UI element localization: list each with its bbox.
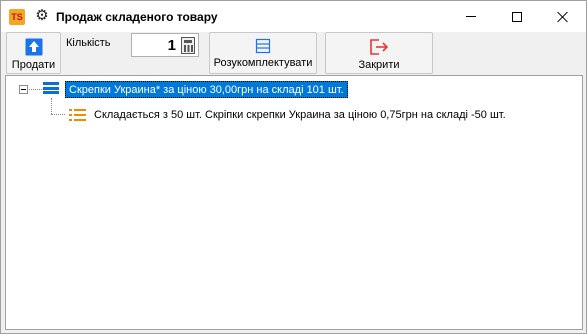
close-icon — [557, 11, 569, 23]
collapse-icon[interactable] — [19, 85, 28, 94]
minimize-button[interactable] — [448, 1, 494, 32]
disassemble-icon — [255, 38, 271, 54]
maximize-button[interactable] — [494, 1, 540, 32]
tree-connector — [29, 89, 42, 90]
sell-button[interactable]: Продати — [6, 32, 61, 74]
window-close-button[interactable] — [540, 1, 586, 32]
calculator-icon[interactable] — [181, 37, 195, 54]
tree-connector — [51, 98, 52, 114]
maximize-icon — [512, 11, 522, 22]
tree-root-item[interactable]: Скрепки Украина* за ціною 30,00грн на ск… — [65, 81, 348, 98]
title-bar: TS ⚙ Продаж складеного товару — [1, 1, 586, 32]
goods-tree[interactable]: Скрепки Украина* за ціною 30,00грн на ск… — [5, 75, 583, 330]
arrow-up-icon — [25, 38, 42, 56]
sell-label: Продати — [11, 59, 56, 71]
sell-assembled-goods-window: TS ⚙ Продаж складеного товару Продати Кі… — [0, 0, 587, 334]
app-logo-icon: TS — [9, 9, 25, 25]
component-list-icon — [69, 108, 86, 122]
minimize-icon — [466, 16, 476, 17]
exit-icon — [370, 39, 389, 55]
tree-child-item[interactable]: Складається з 50 шт. Скріпки скрепки Укр… — [94, 108, 506, 123]
disassemble-label: Розукомплектувати — [213, 57, 313, 69]
window-title: Продаж складеного товару — [56, 10, 218, 24]
disassemble-button[interactable]: Розукомплектувати — [209, 32, 317, 74]
quantity-value: 1 — [167, 37, 176, 54]
gear-icon[interactable]: ⚙ — [34, 8, 50, 24]
close-label: Закрити — [358, 59, 400, 71]
assembled-item-icon — [43, 82, 59, 96]
quantity-label: Кількість — [66, 37, 111, 49]
quantity-input[interactable]: 1 — [131, 33, 199, 57]
close-button[interactable]: Закрити — [325, 32, 433, 74]
tree-connector — [51, 114, 65, 115]
